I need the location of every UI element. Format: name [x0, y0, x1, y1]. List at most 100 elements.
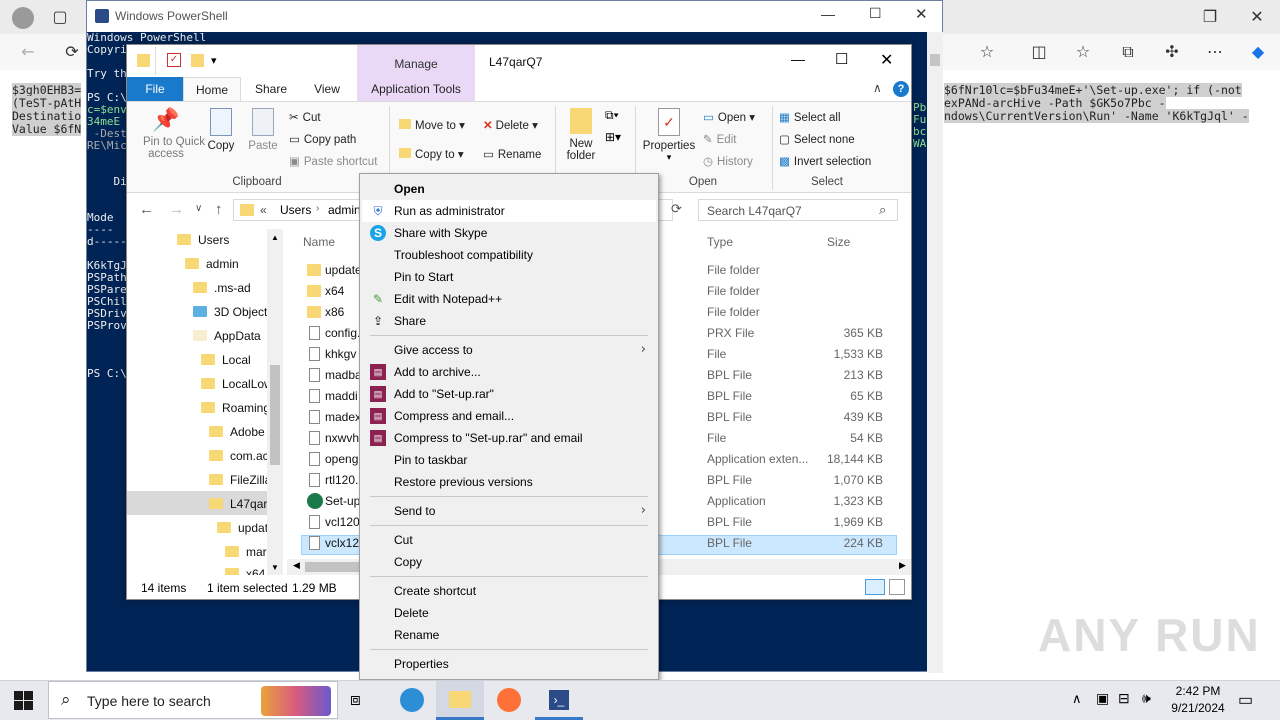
back-icon[interactable]: ←	[139, 201, 154, 218]
copy-button[interactable]: Copy	[203, 108, 239, 152]
clock-time[interactable]: 2:42 PM	[1166, 684, 1230, 698]
breadcrumb-users[interactable]: Users	[280, 203, 311, 217]
maximize-icon[interactable]: ☐	[835, 50, 848, 68]
edit-button[interactable]: ✎ Edit	[703, 132, 736, 146]
minimize-icon[interactable]: —	[791, 51, 805, 67]
nav-item-update[interactable]: updat	[217, 521, 268, 535]
menu-run-as-administrator[interactable]: ⛨ Run as administrator	[362, 200, 656, 222]
restore-icon[interactable]: ❐	[1200, 7, 1220, 27]
menu-add-to-setup-rar[interactable]: ▤ Add to "Set-up.rar"	[362, 383, 656, 405]
powershell-scrollbar[interactable]	[927, 32, 943, 673]
nav-item-com-ac[interactable]: com.ac	[209, 449, 269, 463]
breadcrumb-overflow[interactable]: «	[260, 203, 267, 217]
tab-view[interactable]: View	[301, 77, 353, 101]
collapse-ribbon-icon[interactable]: ∧	[873, 81, 882, 95]
nav-item-x64[interactable]: x64	[225, 567, 265, 575]
delete-button[interactable]: ✕ Delete ▾	[483, 118, 538, 132]
column-type[interactable]: Type	[707, 235, 733, 249]
tab-application-tools[interactable]: Application Tools	[357, 77, 475, 101]
show-hidden-icons-icon[interactable]: ∧	[1072, 691, 1082, 707]
powershell-taskbar-button[interactable]: ›_	[535, 681, 583, 720]
column-name[interactable]: Name	[303, 235, 335, 249]
nav-item-admin[interactable]: admin	[185, 257, 239, 271]
menu-restore-previous-versions[interactable]: Restore previous versions	[362, 471, 656, 493]
menu-cut[interactable]: Cut	[362, 529, 656, 551]
open-button[interactable]: ▭ Open ▾	[703, 110, 755, 124]
menu-create-shortcut[interactable]: Create shortcut	[362, 580, 656, 602]
select-none-button[interactable]: ▢ Select none	[779, 132, 855, 146]
nav-item-mar[interactable]: mar	[225, 545, 267, 559]
nav-item-adobe[interactable]: Adobe	[209, 425, 265, 439]
help-icon[interactable]: ?	[893, 81, 909, 97]
collections-icon[interactable]: ⧉	[1118, 42, 1138, 62]
maximize-icon[interactable]: ☐	[869, 5, 882, 22]
up-icon[interactable]: ↑	[215, 201, 223, 218]
rename-button[interactable]: ▭ Rename	[483, 147, 541, 161]
forward-icon[interactable]: →	[169, 201, 184, 218]
device-icon[interactable]: ▣	[1096, 690, 1109, 707]
nav-item-3d-objects[interactable]: 3D Object	[193, 305, 267, 319]
paste-button[interactable]: Paste	[245, 108, 281, 152]
properties-quick-icon[interactable]: ✓	[167, 53, 181, 67]
split-screen-icon[interactable]: ◫	[1029, 42, 1049, 62]
column-size[interactable]: Size	[827, 235, 850, 249]
nav-scroll-thumb[interactable]	[270, 365, 280, 465]
details-view-icon[interactable]	[865, 579, 885, 595]
tab-home[interactable]: Home	[183, 77, 241, 101]
cut-button[interactable]: ✂ Cut	[289, 110, 321, 124]
nav-item-ms-ad[interactable]: .ms-ad	[193, 281, 251, 295]
menu-open[interactable]: Open	[362, 178, 656, 200]
copy-to-button[interactable]: Copy to ▾	[399, 147, 464, 161]
large-icons-view-icon[interactable]	[889, 579, 905, 595]
close-icon[interactable]: ✕	[1247, 7, 1267, 27]
recent-locations-icon[interactable]: ∨	[195, 203, 202, 214]
copy-path-button[interactable]: ▭ Copy path	[289, 132, 356, 146]
minimize-icon[interactable]: —	[821, 6, 835, 22]
nav-item-local[interactable]: Local	[201, 353, 251, 367]
nav-item-roaming[interactable]: Roaming	[201, 401, 270, 415]
taskbar-search-box[interactable]: ⌕ Type here to search	[48, 681, 338, 719]
refresh-icon[interactable]: ⟳	[671, 201, 682, 217]
menu-pin-to-taskbar[interactable]: Pin to taskbar	[362, 449, 656, 471]
clock-date[interactable]: 9/21/2024	[1166, 701, 1230, 715]
menu-add-to-archive[interactable]: ▤ Add to archive...	[362, 361, 656, 383]
tab-actions-icon[interactable]: ▢	[50, 7, 70, 27]
menu-delete[interactable]: Delete	[362, 602, 656, 624]
menu-edit-with-notepadpp[interactable]: ✎ Edit with Notepad++	[362, 288, 656, 310]
refresh-icon[interactable]: ⟳	[62, 42, 82, 62]
copilot-icon[interactable]: ◆	[1248, 42, 1268, 62]
close-icon[interactable]: ✕	[915, 5, 928, 23]
properties-button[interactable]: ✓ Properties ▾	[641, 108, 697, 163]
nav-item-filezilla[interactable]: FileZilla	[209, 473, 271, 487]
tab-file[interactable]: File	[127, 77, 183, 101]
extensions-icon[interactable]: ✣	[1162, 42, 1182, 62]
new-item-icon[interactable]: ⧉▾	[605, 108, 619, 123]
menu-compress-and-email[interactable]: ▤ Compress and email...	[362, 405, 656, 427]
more-icon[interactable]: ⋯	[1205, 42, 1225, 62]
menu-send-to[interactable]: Send to ›	[362, 500, 656, 522]
menu-properties[interactable]: Properties	[362, 653, 656, 675]
back-icon[interactable]: ←	[18, 42, 38, 62]
new-folder-quick-icon[interactable]	[191, 54, 204, 67]
invert-selection-button[interactable]: ▩ Invert selection	[779, 154, 871, 168]
select-all-button[interactable]: ▦ Select all	[779, 110, 841, 124]
edge-taskbar-icon[interactable]	[400, 688, 424, 712]
menu-give-access-to[interactable]: Give access to ›	[362, 339, 656, 361]
menu-pin-to-start[interactable]: Pin to Start	[362, 266, 656, 288]
network-icon[interactable]: ⊟	[1118, 690, 1130, 707]
move-to-button[interactable]: Move to ▾	[399, 118, 465, 132]
task-view-icon[interactable]: ⧈	[350, 690, 361, 710]
scroll-thumb[interactable]	[930, 54, 940, 66]
easy-access-icon[interactable]: ⊞▾	[605, 130, 621, 144]
nav-scrollbar[interactable]: ▲ ▼	[267, 229, 283, 575]
explorer-taskbar-button[interactable]	[436, 681, 484, 720]
volume-icon[interactable]: 🕪	[1142, 690, 1151, 707]
menu-copy[interactable]: Copy	[362, 551, 656, 573]
menu-share[interactable]: ⇪ Share	[362, 310, 656, 332]
start-windows-icon[interactable]	[14, 691, 34, 711]
search-box[interactable]: Search L47qarQ7 ⌕	[698, 199, 898, 221]
history-button[interactable]: ◷ History	[703, 154, 753, 168]
menu-share-with-skype[interactable]: S Share with Skype	[362, 222, 656, 244]
menu-compress-to-setup-rar-and-email[interactable]: ▤ Compress to "Set-up.rar" and email	[362, 427, 656, 449]
favorite-star-icon[interactable]: ☆	[977, 42, 997, 62]
